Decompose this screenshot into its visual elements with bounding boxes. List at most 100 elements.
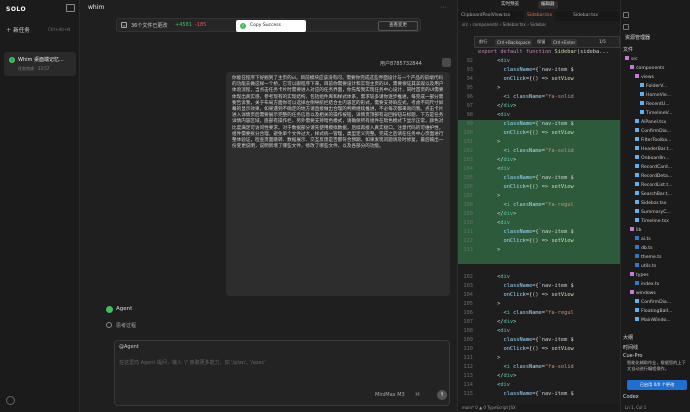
code-token: >: [478, 355, 501, 361]
file-tree-item[interactable]: utils.ts: [621, 263, 656, 271]
file-tree-item[interactable]: ConfirmDia...: [621, 128, 671, 136]
tab-clipboard[interactable]: ClipboardPoolView.tsx: [458, 11, 513, 21]
search-icon[interactable]: [623, 24, 629, 30]
attach-icon[interactable]: ⌘: [415, 392, 420, 398]
code-line[interactable]: export default function Sidebar(sideba..…: [458, 48, 621, 57]
code-line[interactable]: 112 <i className="fa-solid: [458, 363, 621, 372]
file-tree-item[interactable]: MainWindo...: [621, 317, 671, 325]
code-line[interactable]: 107 </div>: [458, 318, 621, 327]
code-line[interactable]: 114 <div: [458, 381, 621, 390]
file-tree-item[interactable]: Timeline.tsx: [621, 218, 669, 226]
tab-sidebar[interactable]: Sidebar.tsx: [524, 11, 555, 21]
code-line[interactable]: 97 </div>: [458, 102, 621, 111]
file-tree-item[interactable]: HeaderBar.t...: [621, 146, 673, 154]
code-line[interactable]: 99 className={`nav-item $: [458, 120, 621, 129]
code-area[interactable]: export default function Sidebar(sideba..…: [458, 48, 621, 404]
model-selector[interactable]: MiniMax M3: [375, 392, 405, 398]
code-line[interactable]: 95 >: [458, 84, 621, 93]
cue-pro-enable-button[interactable]: 已启用 0/0 个更改: [627, 380, 687, 390]
file-tree-item[interactable]: theme.ts: [621, 254, 662, 262]
code-line[interactable]: 110 onClick={() => setView: [458, 345, 621, 354]
code-line[interactable]: 103 className={`nav-item $: [458, 282, 621, 291]
code-line[interactable]: 108 <div: [458, 327, 621, 336]
code-line[interactable]: 109 className={`nav-item $: [458, 336, 621, 345]
file-tree-item[interactable]: RecordDeta...: [621, 173, 672, 181]
code-line[interactable]: 104 onClick={() => setView: [458, 291, 621, 300]
file-tree-item[interactable]: types: [621, 272, 649, 280]
thinking-toggle[interactable]: 思考过程: [116, 322, 136, 329]
mention-chip[interactable]: @Agent: [119, 344, 139, 350]
code-line[interactable]: [458, 264, 621, 273]
files-icon[interactable]: [623, 12, 629, 18]
chat-input-placeholder[interactable]: 在这里向 Agent 提问，输入 '/' 获取更多能力，如 '/plan', '…: [119, 359, 266, 366]
code-line[interactable]: [458, 255, 621, 264]
file-tree-item[interactable]: SearchBar.t...: [621, 191, 672, 199]
code-line[interactable]: 113 >: [458, 246, 621, 255]
file-tree-item[interactable]: views: [621, 74, 654, 82]
file-tree-item[interactable]: FloatingBall...: [621, 308, 672, 316]
file-tree-item[interactable]: RecordList.t...: [621, 182, 673, 190]
outline-section[interactable]: 大纲: [623, 334, 633, 341]
keep-button[interactable]: 保留: [537, 39, 545, 45]
file-tree-item[interactable]: HomeVie...: [621, 92, 671, 100]
send-button[interactable]: ↑: [437, 390, 447, 400]
file-tree-item[interactable]: FilterToolba...: [621, 137, 671, 145]
task-item[interactable]: ✓ Whim 桌面端记忆... 任务完成 · 13:57: [4, 52, 76, 76]
file-tree-item[interactable]: RecentU...: [621, 101, 670, 109]
code-line[interactable]: 100 onClick={() => setView: [458, 129, 621, 138]
file-tree-item[interactable]: db.ts: [621, 245, 653, 253]
file-tree-item[interactable]: FolderV...: [621, 83, 667, 91]
files-section[interactable]: 文件: [623, 46, 633, 53]
prev-change-button[interactable]: 前行: [479, 39, 487, 45]
code-line[interactable]: 108 <i className="fa-regul: [458, 201, 621, 210]
file-tree-item[interactable]: AiPanel.tsx: [621, 119, 666, 127]
file-tree-item[interactable]: ConfirmDia...: [621, 299, 671, 307]
code-line[interactable]: 110 <div: [458, 219, 621, 228]
code-line[interactable]: 98 <div: [458, 111, 621, 120]
code-line[interactable]: 112 onClick={() => setView: [458, 237, 621, 246]
file-tree-item[interactable]: TimelineV...: [621, 110, 672, 118]
codex-section[interactable]: Codex: [623, 394, 639, 400]
code-line[interactable]: 93 className={`nav-item $: [458, 66, 621, 75]
code-line[interactable]: 92 <div: [458, 57, 621, 66]
file-tree-item[interactable]: index.ts: [621, 281, 659, 289]
file-tree-item[interactable]: src: [621, 56, 638, 64]
code-line[interactable]: 102 <div: [458, 273, 621, 282]
file-tree-item[interactable]: Sidebar.tsx: [621, 200, 667, 208]
code-line[interactable]: 94 onClick={() => setView: [458, 75, 621, 84]
file-tree-item[interactable]: components: [621, 65, 664, 73]
code-line[interactable]: 103 </div>: [458, 156, 621, 165]
file-tree-item[interactable]: lib: [621, 227, 641, 235]
view-changes-button[interactable]: 查看变更: [378, 21, 418, 31]
code-line[interactable]: 104 <div: [458, 165, 621, 174]
code-line[interactable]: 101 >: [458, 138, 621, 147]
file-tree-item[interactable]: RecordCard...: [621, 164, 672, 172]
code-line[interactable]: 102 <i className="fa-solid: [458, 147, 621, 156]
code-line[interactable]: 113 </div>: [458, 372, 621, 381]
diff-added-count: +4581: [175, 22, 192, 28]
sidebar-toggle-icon[interactable]: [66, 4, 75, 12]
code-line[interactable]: 96 <i className="fa-solid: [458, 93, 621, 102]
code-line[interactable]: 105 className={`nav-item $: [458, 174, 621, 183]
code-line[interactable]: 107 >: [458, 192, 621, 201]
tab-sidebar-2[interactable]: Sidebar.tsx: [570, 11, 601, 21]
realtime-preview-button[interactable]: 实时预览: [498, 1, 522, 9]
settings-icon[interactable]: [6, 396, 15, 405]
code-line[interactable]: 111 className={`nav-item $: [458, 228, 621, 237]
file-tree-item[interactable]: windows: [621, 290, 656, 298]
code-line[interactable]: 106 onClick={() => setView: [458, 183, 621, 192]
file-tree-item[interactable]: SummaryC...: [621, 209, 671, 217]
file-tree-item[interactable]: ai.ts: [621, 236, 651, 244]
code-line[interactable]: 115 className={`nav-item $: [458, 390, 621, 399]
chat-input-box[interactable]: @Agent 在这里向 Agent 提问，输入 '/' 获取更多能力，如 '/p…: [114, 340, 450, 406]
more-icon[interactable]: ⋯: [440, 4, 446, 11]
new-task-button[interactable]: ＋ 新任务: [6, 26, 30, 34]
code-token: >: [478, 139, 501, 145]
code-line[interactable]: 111 >: [458, 354, 621, 363]
file-tree-item[interactable]: OnboardIn...: [621, 155, 669, 163]
editor-mode-button[interactable]: 编辑器: [538, 1, 558, 9]
code-line[interactable]: 105 >: [458, 300, 621, 309]
code-line[interactable]: 109 </div>: [458, 210, 621, 219]
code-line[interactable]: 106 <i className="fa-regul: [458, 309, 621, 318]
timeline-section[interactable]: 时间线: [623, 344, 638, 351]
